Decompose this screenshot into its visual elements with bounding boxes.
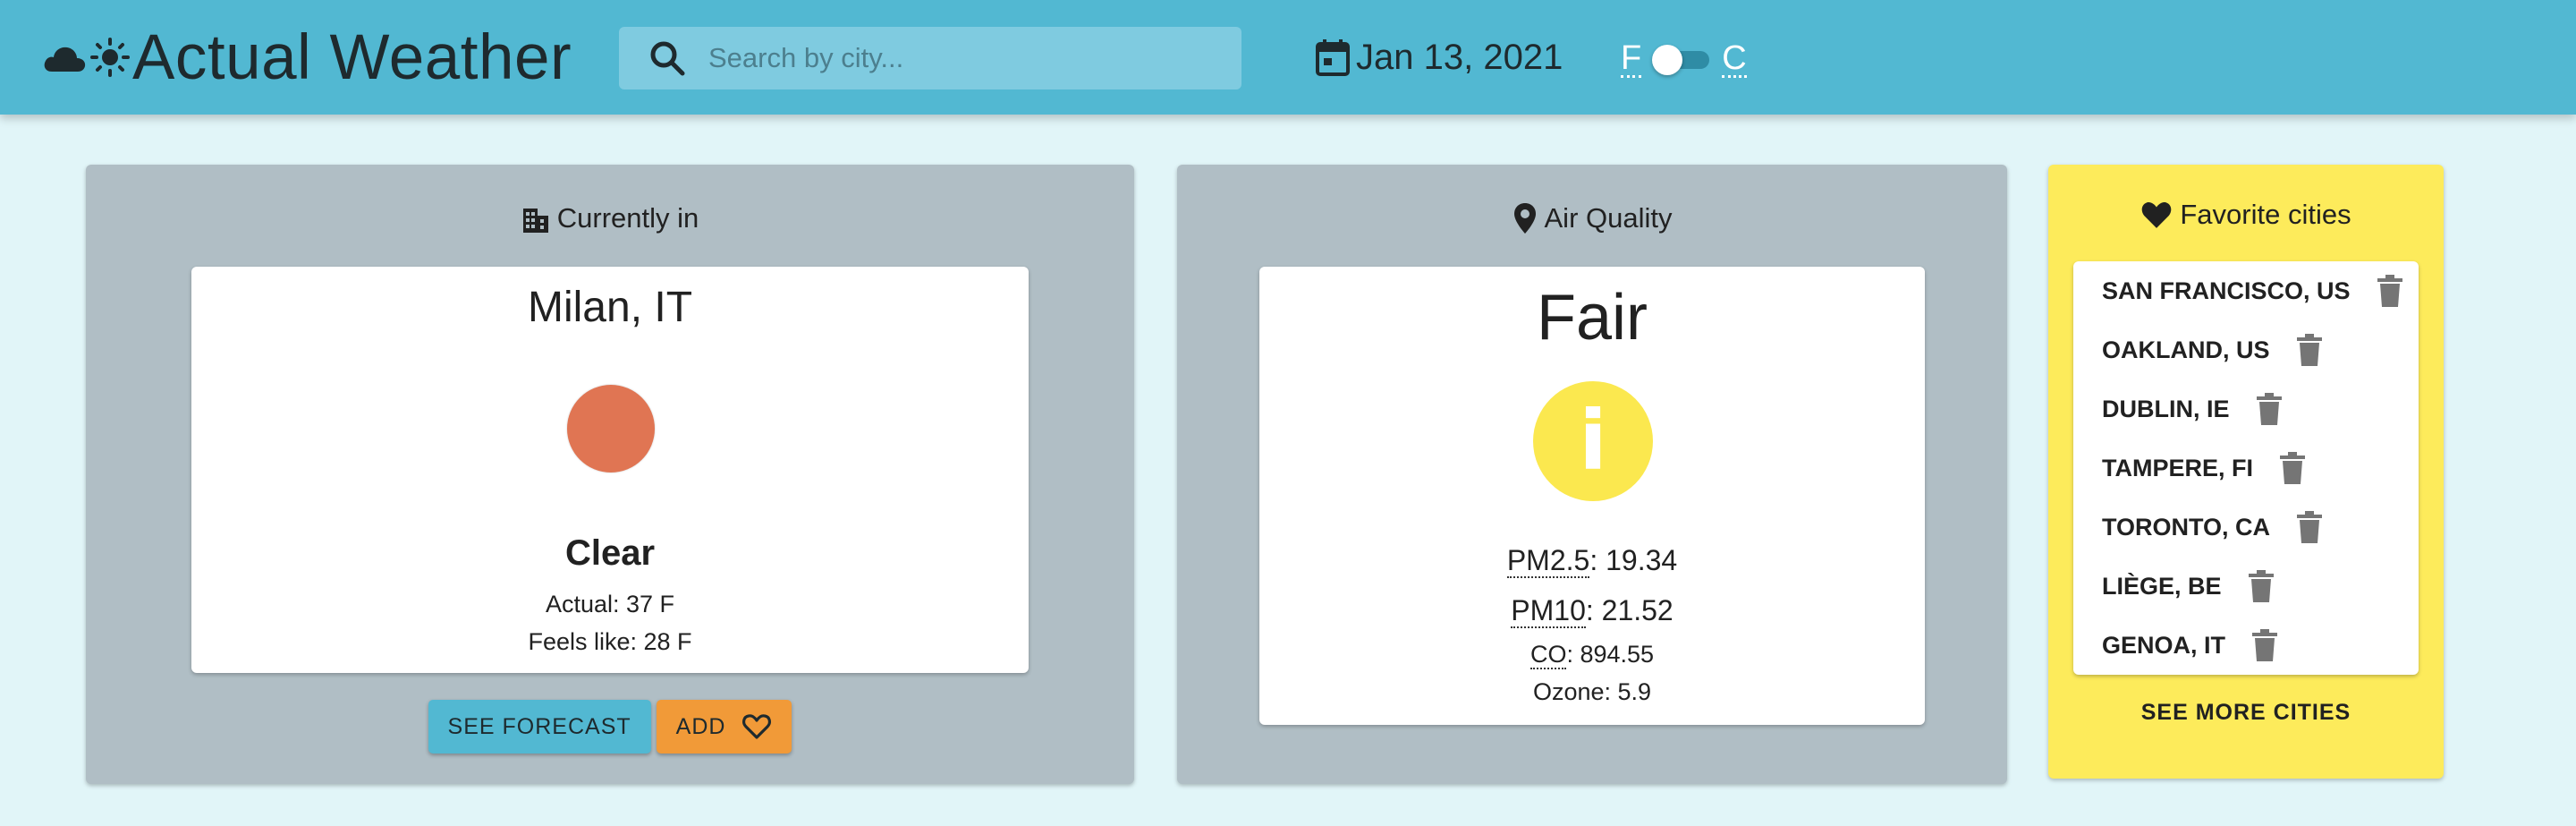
- unit-f-label: F: [1621, 38, 1642, 78]
- unit-c-label: C: [1722, 38, 1747, 78]
- search-box[interactable]: [619, 27, 1241, 89]
- trash-icon[interactable]: [2276, 450, 2309, 486]
- cloud-icon: [44, 47, 86, 72]
- current-actions: SEE FORECAST ADD: [86, 700, 1134, 754]
- list-item[interactable]: GENOA, IT: [2102, 616, 2281, 675]
- add-favorite-button[interactable]: ADD: [656, 700, 792, 754]
- heart-outline-icon: [742, 714, 772, 739]
- air-quality-level: Fair: [1537, 282, 1648, 353]
- trash-icon[interactable]: [2293, 332, 2326, 368]
- current-weather-card: Milan, IT Clear Actual: 37 F Feels like:…: [191, 267, 1029, 673]
- app-bar: Actual Weather Jan 13, 2021 F C: [0, 0, 2576, 115]
- list-item[interactable]: TORONTO, CA: [2102, 498, 2326, 557]
- pm25-abbr: PM2.5: [1506, 544, 1590, 578]
- unit-switcher: F C: [1621, 36, 1747, 82]
- current-weather-panel: Currently in Milan, IT Clear Actual: 37 …: [86, 165, 1134, 784]
- add-label: ADD: [675, 713, 726, 739]
- favorite-city-name: TAMPERE, FI: [2102, 454, 2254, 481]
- sun-icon: [567, 385, 655, 473]
- search-input[interactable]: [708, 42, 1209, 74]
- favorite-city-name: GENOA, IT: [2102, 631, 2226, 659]
- feels-like-temperature: Feels like: 28 F: [528, 628, 692, 655]
- building-icon: [522, 209, 548, 233]
- pm25-reading: PM2.5: 19.34: [1259, 544, 1925, 578]
- see-more-cities-button[interactable]: SEE MORE CITIES: [2048, 700, 2444, 726]
- favorite-city-name: OAKLAND, US: [2102, 336, 2270, 363]
- calendar-icon: [1316, 39, 1350, 76]
- pm10-abbr: PM10: [1511, 594, 1586, 628]
- sun-outline-icon: [90, 38, 130, 77]
- app-title: Actual Weather: [132, 21, 572, 93]
- brand: Actual Weather: [41, 20, 572, 95]
- current-heading-label: Currently in: [556, 202, 699, 234]
- search-icon: [650, 41, 685, 76]
- air-quality-heading: Air Quality: [1177, 195, 2007, 242]
- co-abbr: CO: [1530, 641, 1567, 669]
- logo-icons: [41, 37, 131, 78]
- favorite-city-name: SAN FRANCISCO, US: [2102, 277, 2351, 304]
- pm25-value: : 19.34: [1589, 544, 1678, 576]
- pm10-value: : 21.52: [1585, 594, 1674, 626]
- list-item[interactable]: OAKLAND, US: [2102, 320, 2326, 379]
- trash-icon[interactable]: [2253, 391, 2285, 427]
- date-text: Jan 13, 2021: [1356, 37, 1563, 77]
- actual-temperature: Actual: 37 F: [545, 591, 675, 617]
- pm10-reading: PM10: 21.52: [1259, 594, 1925, 628]
- toggle-thumb: [1652, 45, 1683, 75]
- favorite-cities-panel: Favorite cities SAN FRANCISCO, US OAKLAN…: [2048, 165, 2444, 779]
- ozone-reading: Ozone: 5.9: [1532, 678, 1652, 705]
- location-pin-icon: [1513, 203, 1536, 234]
- info-icon: i: [1533, 381, 1653, 501]
- weather-condition: Clear: [564, 533, 656, 573]
- favorite-city-name: DUBLIN, IE: [2102, 395, 2230, 422]
- list-item[interactable]: TAMPERE, FI: [2102, 439, 2309, 498]
- trash-icon[interactable]: [2245, 568, 2277, 604]
- list-item[interactable]: DUBLIN, IE: [2102, 379, 2285, 439]
- co-reading: CO: 894.55: [1259, 641, 1925, 669]
- date-display: Jan 13, 2021: [1315, 34, 1563, 81]
- favorites-heading-label: Favorite cities: [2180, 199, 2351, 230]
- favorite-city-name: TORONTO, CA: [2102, 513, 2271, 541]
- heart-icon: [2142, 202, 2172, 228]
- see-forecast-button[interactable]: SEE FORECAST: [428, 700, 651, 754]
- unit-toggle[interactable]: [1652, 41, 1711, 77]
- air-quality-panel: Air Quality Fair i PM2.5: 19.34 PM10: 21…: [1177, 165, 2007, 784]
- trash-icon[interactable]: [2374, 273, 2406, 309]
- current-heading: Currently in: [86, 195, 1134, 242]
- list-item[interactable]: LIÈGE, BE: [2102, 557, 2277, 616]
- co-value: : 894.55: [1566, 641, 1655, 668]
- favorites-heading: Favorite cities: [2048, 192, 2444, 238]
- favorite-city-name: LIÈGE, BE: [2102, 572, 2222, 600]
- air-quality-heading-label: Air Quality: [1544, 202, 1673, 234]
- air-quality-card: Fair i PM2.5: 19.34 PM10: 21.52 CO: 894.…: [1259, 267, 1925, 725]
- list-item[interactable]: SAN FRANCISCO, US: [2102, 261, 2406, 320]
- city-name: Milan, IT: [527, 284, 693, 331]
- trash-icon[interactable]: [2249, 627, 2281, 663]
- see-forecast-label: SEE FORECAST: [447, 713, 631, 739]
- favorite-cities-list: SAN FRANCISCO, US OAKLAND, US DUBLIN, IE…: [2073, 261, 2419, 675]
- trash-icon[interactable]: [2293, 509, 2326, 545]
